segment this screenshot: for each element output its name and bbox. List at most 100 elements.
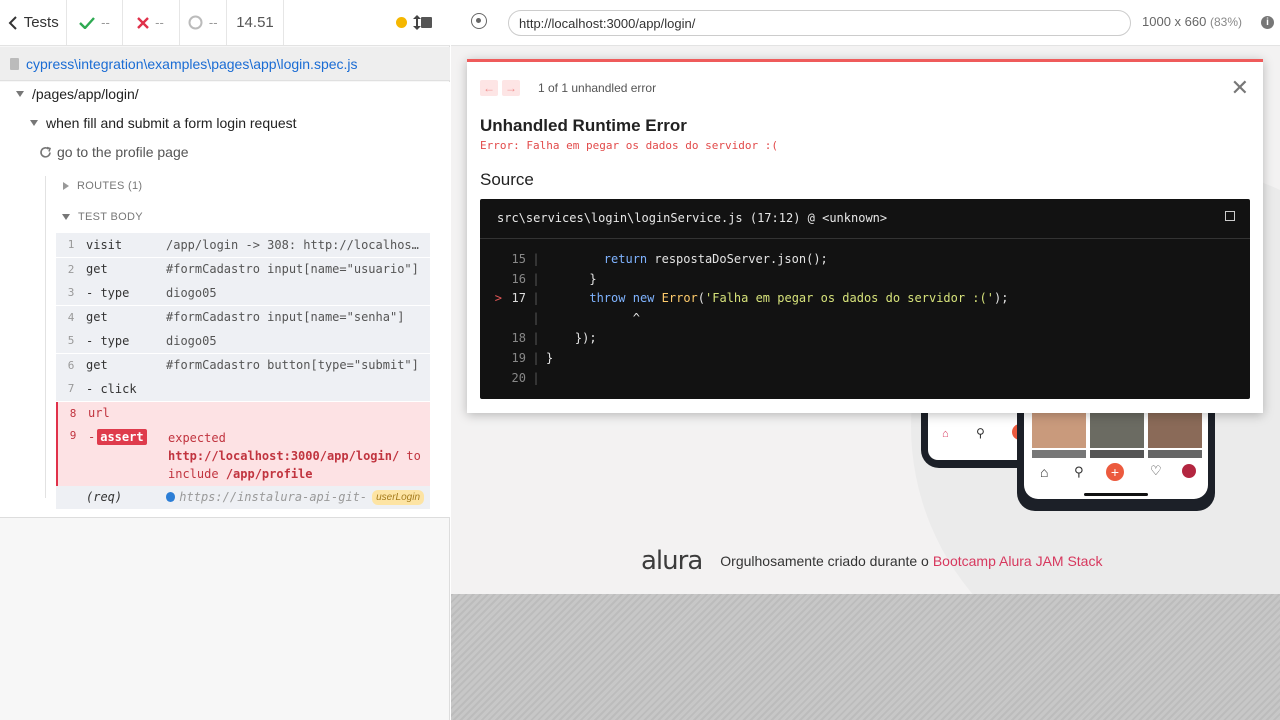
command-row-url[interactable]: 8 url xyxy=(58,402,430,426)
command-name: get xyxy=(86,358,108,373)
command-number: 4 xyxy=(67,310,75,324)
close-icon[interactable]: ✕ xyxy=(1231,77,1249,99)
check-icon xyxy=(79,16,96,29)
app-under-test: 1000 x 660 (83%) i ⌂ ⚲ ⌂ ⚲ + xyxy=(451,0,1280,720)
passed-value: -- xyxy=(101,15,110,30)
code-divider xyxy=(480,238,1250,239)
command-name: - click xyxy=(86,381,137,396)
failed-command-group: 8 url 9 - assert expected http://localhos… xyxy=(56,401,430,486)
search-icon: ⚲ xyxy=(1074,464,1084,479)
spec-path-link[interactable]: cypress\integration\examples\pages\app\l… xyxy=(26,56,358,72)
file-icon xyxy=(10,57,19,70)
pending-count: -- xyxy=(180,0,227,45)
arrow-right-icon[interactable]: → xyxy=(502,80,520,96)
add-icon: + xyxy=(1106,463,1124,481)
suite-row[interactable]: /pages/app/login/ xyxy=(16,86,139,102)
command-message: #formCadastro input[name="usuario"] xyxy=(166,262,419,277)
failed-count: -- xyxy=(123,0,180,45)
error-title: Unhandled Runtime Error xyxy=(480,116,687,135)
command-row-assert[interactable]: 9 - assert expected http://localhost:300… xyxy=(58,425,430,486)
home-icon: ⌂ xyxy=(942,428,949,440)
viewport-scale: (83%) xyxy=(1209,15,1242,29)
command-row[interactable]: 1 visit/app/login -> 308: http://localhos… xyxy=(56,233,430,257)
test-row[interactable]: go to the profile page xyxy=(39,144,189,160)
command-message: diogo05 xyxy=(166,285,217,300)
request-url: https://instalura-api-git-m… xyxy=(179,490,368,505)
selector-playground-icon[interactable] xyxy=(471,13,487,29)
code-line: 20 | xyxy=(480,368,1250,388)
chevron-left-icon xyxy=(8,15,17,30)
command-name: - type xyxy=(86,333,130,348)
passed-count: -- xyxy=(67,0,123,45)
command-row[interactable]: 4 get #formCadastro input[name="senha"] xyxy=(56,306,430,330)
command-number: 9 xyxy=(69,429,77,442)
line-number: 17 xyxy=(511,291,526,306)
command-row[interactable]: 3 - type diogo05 xyxy=(56,281,430,305)
code-line: 19 | } xyxy=(480,348,1250,368)
app-footer: alura Orgulhosamente criado durante o Bo… xyxy=(641,546,1102,576)
caret-right-icon xyxy=(63,182,69,190)
suite-title: /pages/app/login/ xyxy=(32,86,139,102)
code-keyword: new xyxy=(632,291,655,306)
line-number: 18 xyxy=(511,331,526,346)
scroll-arrows-icon xyxy=(412,15,421,30)
code-file-path: src\services\login\loginService.js (17:1… xyxy=(497,211,888,225)
tests-button[interactable]: Tests xyxy=(0,0,68,45)
code-keyword: throw xyxy=(589,291,626,306)
routes-toggle[interactable]: ROUTES (1) xyxy=(63,180,142,192)
command-group: 1 visit/app/login -> 308: http://localhos… xyxy=(56,233,430,258)
home-icon: ⌂ xyxy=(1040,464,1049,480)
heart-icon: ♡ xyxy=(1150,463,1162,478)
command-message: #formCadastro input[name="senha"] xyxy=(166,310,405,325)
request-row[interactable]: (req) https://instalura-api-git-m… userL… xyxy=(56,486,430,510)
test-body-toggle[interactable]: TEST BODY xyxy=(62,211,143,223)
command-name: url xyxy=(88,406,110,421)
to-label: to xyxy=(406,449,421,463)
auto-scroll-toggle[interactable] xyxy=(395,15,421,30)
search-icon: ⚲ xyxy=(976,426,985,440)
home-indicator xyxy=(1084,493,1148,496)
command-name: get xyxy=(86,310,108,325)
aut-header: 1000 x 660 (83%) i xyxy=(451,0,1280,46)
command-number: 3 xyxy=(67,286,75,300)
code-text: } xyxy=(589,271,597,286)
code-text: }); xyxy=(574,331,597,346)
arrow-left-icon[interactable]: ← xyxy=(480,80,498,96)
command-row[interactable]: 2 get #formCadastro input[name="usuario"] xyxy=(56,258,430,282)
code-string: 'Falha em pegar os dados do servidor :(' xyxy=(705,291,994,306)
command-number: 8 xyxy=(69,406,77,420)
request-label: (req) xyxy=(86,490,123,505)
command-row[interactable]: 6 get #formCadastro button[type="submit"] xyxy=(56,354,430,378)
code-frame: src\services\login\loginService.js (17:1… xyxy=(480,199,1250,399)
error-caret: ^ xyxy=(632,311,640,326)
run-controls xyxy=(284,0,450,45)
test-details: ROUTES (1) TEST BODY 1 visit/app/login ->… xyxy=(45,176,430,510)
open-in-editor-icon[interactable] xyxy=(1225,211,1235,221)
info-icon[interactable]: i xyxy=(1261,16,1274,29)
reporter-panel: Tests -- -- -- 14.51 cypress\integration… xyxy=(0,0,450,720)
code-lines: 15 | return respostaDoServer.json(); 16 | … xyxy=(480,249,1250,388)
include-value: /app/profile xyxy=(225,467,313,481)
test-title: go to the profile page xyxy=(57,144,189,160)
alias-badge: userLogin xyxy=(372,489,424,505)
line-number: 20 xyxy=(511,370,526,385)
command-number: 7 xyxy=(67,382,75,396)
line-number: 16 xyxy=(511,271,526,286)
assert-dash: - xyxy=(88,430,96,444)
bootcamp-link[interactable]: Bootcamp Alura JAM Stack xyxy=(933,553,1103,569)
code-text: } xyxy=(546,350,554,365)
describe-row[interactable]: when fill and submit a form login reques… xyxy=(30,115,297,131)
code-text: ); xyxy=(993,291,1009,306)
command-group: 2 get #formCadastro input[name="usuario"] … xyxy=(56,257,430,306)
alura-logo: alura xyxy=(641,546,703,576)
caret-down-icon xyxy=(16,91,24,97)
command-message: /app/login -> 308: http://localhost:3000… xyxy=(166,237,430,252)
viewport-size: 1000 x 660 xyxy=(1142,14,1207,29)
caret-down-icon xyxy=(30,120,38,126)
command-group: 4 get #formCadastro input[name="senha"] 5-… xyxy=(56,305,430,354)
aut-url-field[interactable] xyxy=(508,10,1131,36)
request-status-icon xyxy=(166,492,176,503)
command-row[interactable]: 5 - type diogo05 xyxy=(56,329,430,353)
stop-icon[interactable] xyxy=(420,17,432,28)
command-row[interactable]: 7 - click xyxy=(56,377,430,401)
